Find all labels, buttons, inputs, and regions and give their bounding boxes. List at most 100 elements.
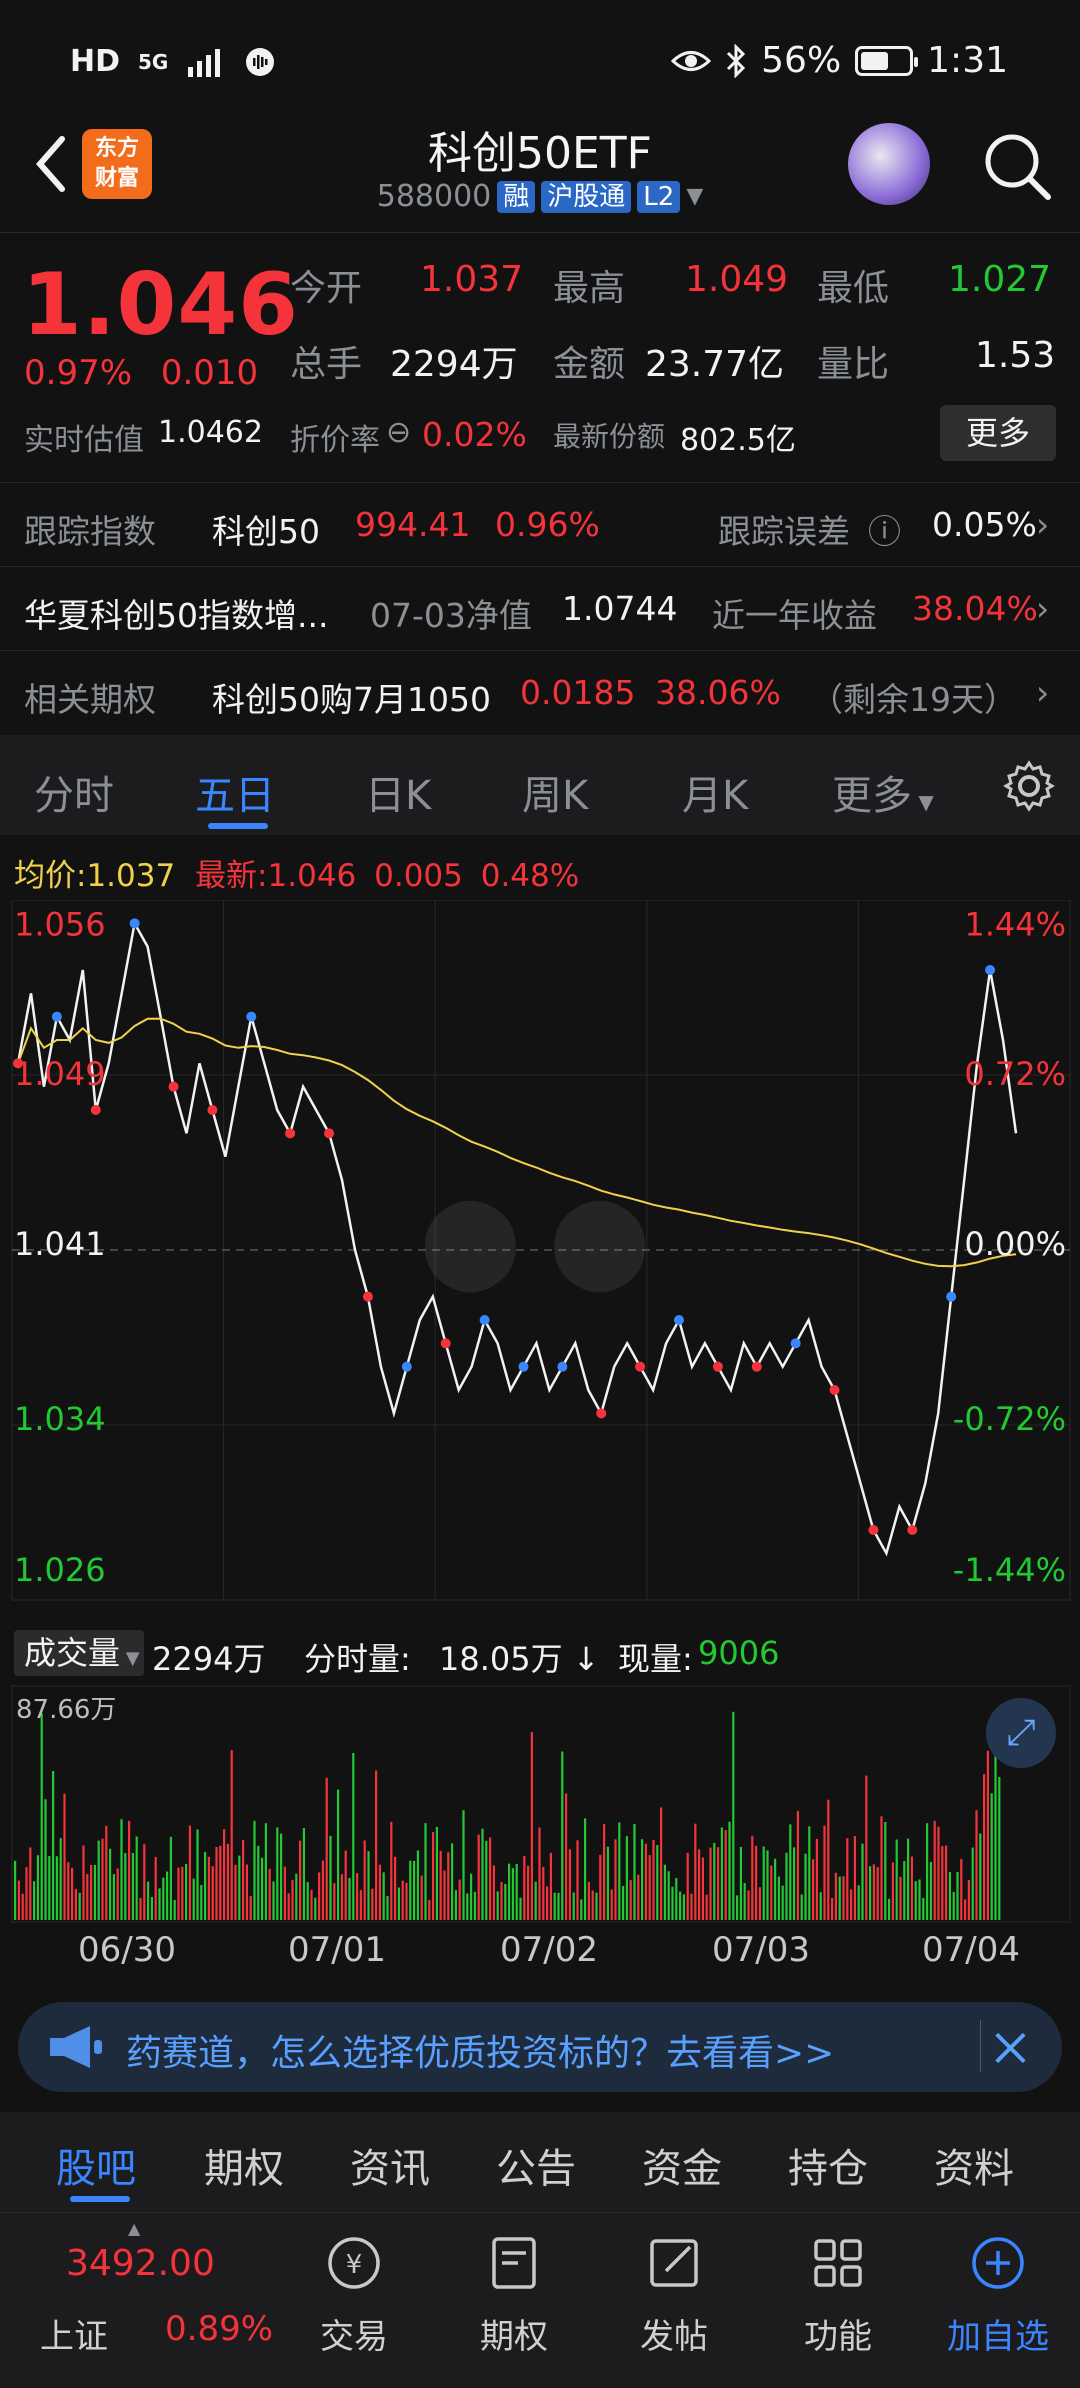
info-icon[interactable]: ⊖: [386, 415, 411, 450]
iopv-label: 实时估值: [24, 423, 144, 458]
volume-bar: [416, 1850, 419, 1920]
volume-bar: [333, 1883, 336, 1920]
volume-bar: [895, 1839, 898, 1920]
volume-bar: [470, 1873, 473, 1920]
price-point: [246, 1011, 257, 1022]
volume-bar: [679, 1891, 682, 1920]
volume-bar: [553, 1892, 556, 1920]
volume-bar: [405, 1882, 408, 1920]
volume-bar: [641, 1839, 644, 1920]
volume-bar: [933, 1820, 936, 1920]
tab-more[interactable]: 更多 ▼: [832, 763, 934, 821]
volume-bar: [128, 1820, 131, 1920]
volume-bar: [888, 1898, 891, 1920]
shares-label: 最新份额: [553, 420, 666, 453]
track-value: 994.41: [355, 505, 471, 544]
tab-options[interactable]: 期权: [204, 2136, 284, 2194]
tab-fund-flow[interactable]: 资金: [642, 2136, 722, 2194]
chart-legend: 均价:1.037 最新:1.046 0.005 0.48%: [14, 858, 580, 894]
help-icon[interactable]: ⓘ: [868, 505, 901, 553]
chevron-down-icon[interactable]: ▼: [686, 184, 703, 209]
volume-bar: [344, 1850, 347, 1920]
volume-bar: [120, 1819, 123, 1920]
last-price: 1.046: [22, 255, 300, 355]
robot-assistant-icon[interactable]: [848, 123, 930, 205]
volume-bar: [394, 1856, 397, 1920]
volume-bar: [922, 1897, 925, 1920]
volume-bar: [789, 1824, 792, 1920]
tab-forum[interactable]: 股吧: [56, 2136, 136, 2194]
tab-monthly-k[interactable]: 月K: [682, 763, 748, 821]
price-chart[interactable]: ⬤ ⬤ 1.056 1.049 1.041 1.034 1.026 1.44% 0.72% 0…: [0, 899, 1080, 1620]
grid-icon: [814, 2239, 862, 2287]
volume-bar: [876, 1867, 879, 1920]
volume-bar: [135, 1836, 138, 1920]
price-point: [207, 1105, 218, 1115]
promo-text[interactable]: 药赛道，怎么选择优质投资标的？去看看>>: [126, 2024, 834, 2076]
volume-bar: [983, 1774, 986, 1920]
volume-bar: [603, 1824, 606, 1920]
post-button[interactable]: 发帖: [614, 2223, 734, 2358]
volume-bar: [371, 1888, 374, 1920]
volume-header: 成交量 ▼ 2294万 分时量: 18.05万 ↓ 现量: 9006: [14, 1628, 1074, 1684]
amount-label: 金额: [553, 344, 626, 385]
network-indicator: 5G: [138, 49, 169, 74]
volume-bar: [481, 1828, 484, 1920]
option-days: （剩余19天）: [810, 680, 1017, 719]
volume-bar: [941, 1846, 944, 1920]
add-watchlist-button[interactable]: 加自选: [938, 2223, 1058, 2358]
volume-bar: [557, 1892, 560, 1920]
options-button[interactable]: 期权: [454, 2223, 574, 2358]
price-point: [362, 1291, 373, 1302]
volume-bar: [701, 1857, 704, 1920]
volume-bar: [52, 1771, 55, 1920]
volume-bar: [800, 1894, 803, 1920]
expand-icon[interactable]: ⤢: [986, 1698, 1056, 1768]
price-point: [168, 1081, 179, 1092]
volume-bar: [173, 1899, 176, 1920]
tab-holdings[interactable]: 持仓: [788, 2136, 868, 2194]
y-axis-label-right: 0.00%: [964, 1225, 1066, 1263]
track-index-row[interactable]: 跟踪指数 科创50 994.41 0.96% 跟踪误差 ⓘ 0.05% ›: [0, 482, 1080, 566]
megaphone-icon: [50, 2026, 102, 2068]
close-icon[interactable]: [980, 2020, 1032, 2072]
tab-intraday[interactable]: 分时: [34, 763, 114, 821]
more-button[interactable]: 更多: [940, 405, 1056, 461]
option-row[interactable]: 相关期权 科创50购7月1050 0.0185 38.06% （剩余19天） ›: [0, 650, 1080, 734]
tab-weekly-k[interactable]: 周K: [522, 763, 588, 821]
volume-selector[interactable]: 成交量 ▼: [14, 1630, 144, 1676]
tab-daily-k[interactable]: 日K: [365, 763, 431, 821]
features-button[interactable]: 功能: [778, 2223, 898, 2358]
volume-bar: [770, 1865, 773, 1920]
date-label: 07/03: [712, 1930, 810, 1970]
trade-button[interactable]: ¥ 交易: [294, 2223, 414, 2358]
volume-bar: [124, 1853, 127, 1920]
price-point: [946, 1291, 957, 1302]
yield-label: 近一年收益: [712, 596, 877, 635]
tab-news[interactable]: 资讯: [350, 2136, 430, 2194]
promo-banner[interactable]: 药赛道，怎么选择优质投资标的？去看看>>: [18, 2002, 1062, 2092]
volume-bar: [150, 1897, 153, 1920]
tab-announcements[interactable]: 公告: [496, 2136, 576, 2194]
volume-chart[interactable]: 87.66万 ⤢: [0, 1684, 1080, 1924]
volume-bar: [356, 1873, 359, 1920]
volume-bar: [29, 1847, 32, 1920]
y-axis-label-left: 1.041: [14, 1225, 106, 1263]
tab-five-day[interactable]: 五日: [195, 763, 275, 821]
gear-icon[interactable]: [1002, 759, 1056, 813]
volume-bar: [929, 1861, 932, 1920]
volume-bar: [55, 1856, 58, 1920]
volume-bar: [211, 1866, 214, 1920]
volume-bar: [306, 1882, 309, 1920]
volume-bar: [660, 1807, 663, 1920]
search-icon[interactable]: [978, 127, 1058, 207]
tab-profile[interactable]: 资料: [934, 2136, 1014, 2194]
fund-row[interactable]: 华夏科创50指数增... 07-03净值 1.0744 近一年收益 38.04%…: [0, 566, 1080, 650]
volume-bar: [717, 1847, 720, 1920]
y-axis-label-left: 1.034: [14, 1400, 106, 1438]
error-label: 跟踪误差: [718, 512, 850, 551]
volume-bar: [846, 1838, 849, 1920]
options-icon: [492, 2237, 536, 2289]
volume-bar: [413, 1861, 416, 1920]
latest-price: 1.046: [267, 858, 357, 894]
